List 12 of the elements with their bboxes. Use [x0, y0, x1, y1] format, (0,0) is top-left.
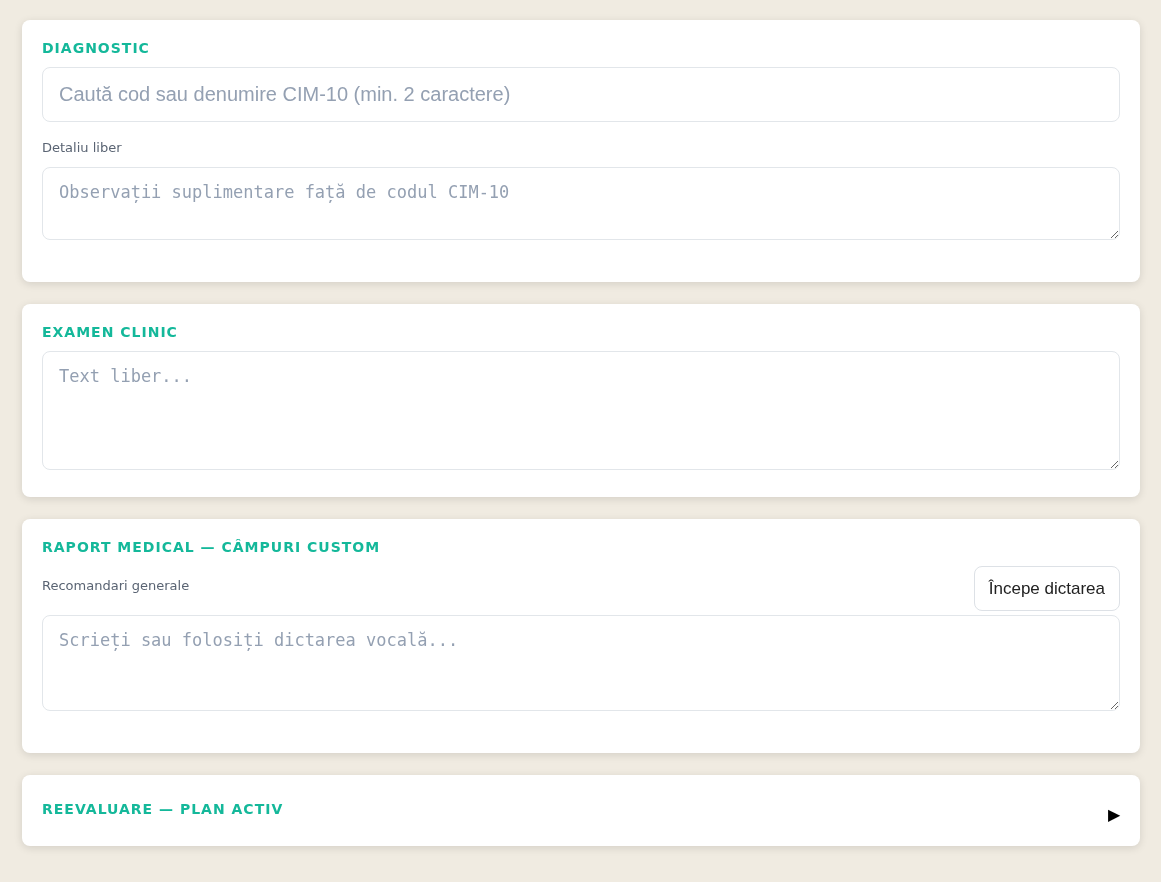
text-area[interactable]: Observații suplimentare față de codul CIM-10 — [42, 167, 1120, 241]
text-area[interactable]: Text liber... — [42, 351, 1120, 471]
search-field[interactable]: Caută cod sau denumire CIM-10 (min. 2 caractere) — [42, 66, 1120, 122]
expand-toggle[interactable]: ▶ — [1108, 802, 1120, 827]
section-title: RAPORT MEDICAL — CÂMPURI CUSTOM — [42, 539, 381, 556]
field-label: Recomandari generale — [42, 576, 190, 595]
section-title: REEVALUARE — PLAN ACTIV — [42, 801, 284, 819]
dictation-button[interactable]: Începe dictarea — [973, 565, 1120, 612]
field-label: Detaliu liber — [42, 138, 122, 157]
section-title: EXAMEN CLINIC — [42, 324, 178, 342]
section-title: DIAGNOSTIC — [42, 40, 150, 57]
text-area[interactable]: Scrieți sau folosiți dictarea vocală... — [42, 615, 1120, 712]
